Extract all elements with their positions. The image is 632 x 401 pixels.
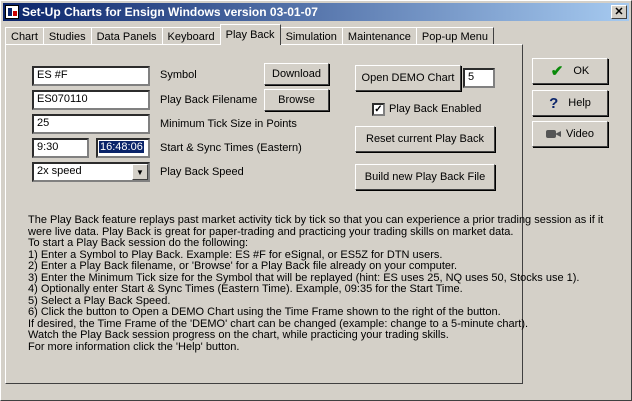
playback-speed-select[interactable]: 2x speed ▼ [32, 162, 150, 182]
ok-label: OK [573, 65, 590, 77]
close-button[interactable]: ✕ [611, 5, 627, 19]
open-demo-chart-button[interactable]: Open DEMO Chart [355, 65, 461, 91]
close-icon: ✕ [614, 5, 624, 18]
help-line: 6) Click the button to Open a DEMO Chart… [28, 306, 501, 318]
playback-speed-label: Play Back Speed [160, 166, 244, 178]
app-icon [5, 5, 19, 19]
tab-chart[interactable]: Chart [5, 27, 44, 45]
question-icon: ? [549, 94, 559, 112]
help-line: To start a Play Back session do the foll… [28, 237, 249, 249]
tab-popup-menu[interactable]: Pop-up Menu [415, 27, 494, 45]
playback-enabled-label: Play Back Enabled [389, 103, 482, 115]
sync-time-input[interactable]: 16:48:06 [96, 138, 150, 158]
help-line: 4) Optionally enter Start & Sync Times (… [28, 283, 463, 295]
help-text: The Play Back feature replays past marke… [28, 214, 620, 353]
help-button[interactable]: ? Help [532, 90, 608, 116]
playback-filename-input[interactable]: ES070110 [32, 90, 150, 110]
help-line: 2) Enter a Play Back filename, or 'Brows… [28, 260, 458, 272]
ok-button[interactable]: ✔ OK [532, 58, 608, 84]
playback-speed-value: 2x speed [37, 165, 82, 177]
playback-enabled-checkbox[interactable]: ✓ [372, 103, 385, 116]
start-time-input[interactable]: 9:30 [32, 138, 89, 158]
tab-maintenance[interactable]: Maintenance [341, 27, 417, 45]
symbol-input[interactable]: ES #F [32, 66, 150, 86]
tick-size-label: Minimum Tick Size in Points [160, 118, 297, 130]
chevron-down-icon[interactable]: ▼ [132, 164, 148, 180]
video-camera-icon [546, 128, 562, 140]
video-label: Video [566, 128, 594, 140]
symbol-label: Symbol [160, 69, 197, 81]
playback-filename-label: Play Back Filename [160, 94, 258, 106]
tick-size-input[interactable]: 25 [32, 114, 150, 134]
tab-bar: Chart Studies Data Panels Keyboard Play … [5, 24, 494, 45]
window-title: Set-Up Charts for Ensign Windows version… [22, 5, 318, 19]
tab-keyboard[interactable]: Keyboard [161, 27, 221, 45]
help-line: Watch the Play Back session progress on … [28, 329, 449, 341]
build-playback-file-button[interactable]: Build new Play Back File [355, 164, 495, 190]
help-label: Help [568, 97, 591, 109]
video-button[interactable]: Video [532, 121, 608, 147]
help-line: The Play Back feature replays past marke… [28, 214, 604, 226]
reset-playback-button[interactable]: Reset current Play Back [355, 126, 495, 152]
tab-simulation[interactable]: Simulation [279, 27, 343, 45]
browse-button[interactable]: Browse [264, 89, 329, 111]
tab-studies[interactable]: Studies [42, 27, 92, 45]
checkmark-icon: ✔ [550, 63, 564, 80]
help-line: For more information click the 'Help' bu… [28, 340, 240, 353]
download-button[interactable]: Download [264, 63, 329, 85]
tab-data-panels[interactable]: Data Panels [90, 27, 163, 45]
setup-window: Set-Up Charts for Ensign Windows version… [0, 0, 632, 401]
title-bar: Set-Up Charts for Ensign Windows version… [3, 3, 629, 21]
tab-play-back[interactable]: Play Back [219, 24, 281, 45]
demo-timeframe-input[interactable]: 5 [463, 68, 495, 88]
start-sync-times-label: Start & Sync Times (Eastern) [160, 142, 302, 154]
sync-time-value: 16:48:06 [99, 141, 144, 153]
